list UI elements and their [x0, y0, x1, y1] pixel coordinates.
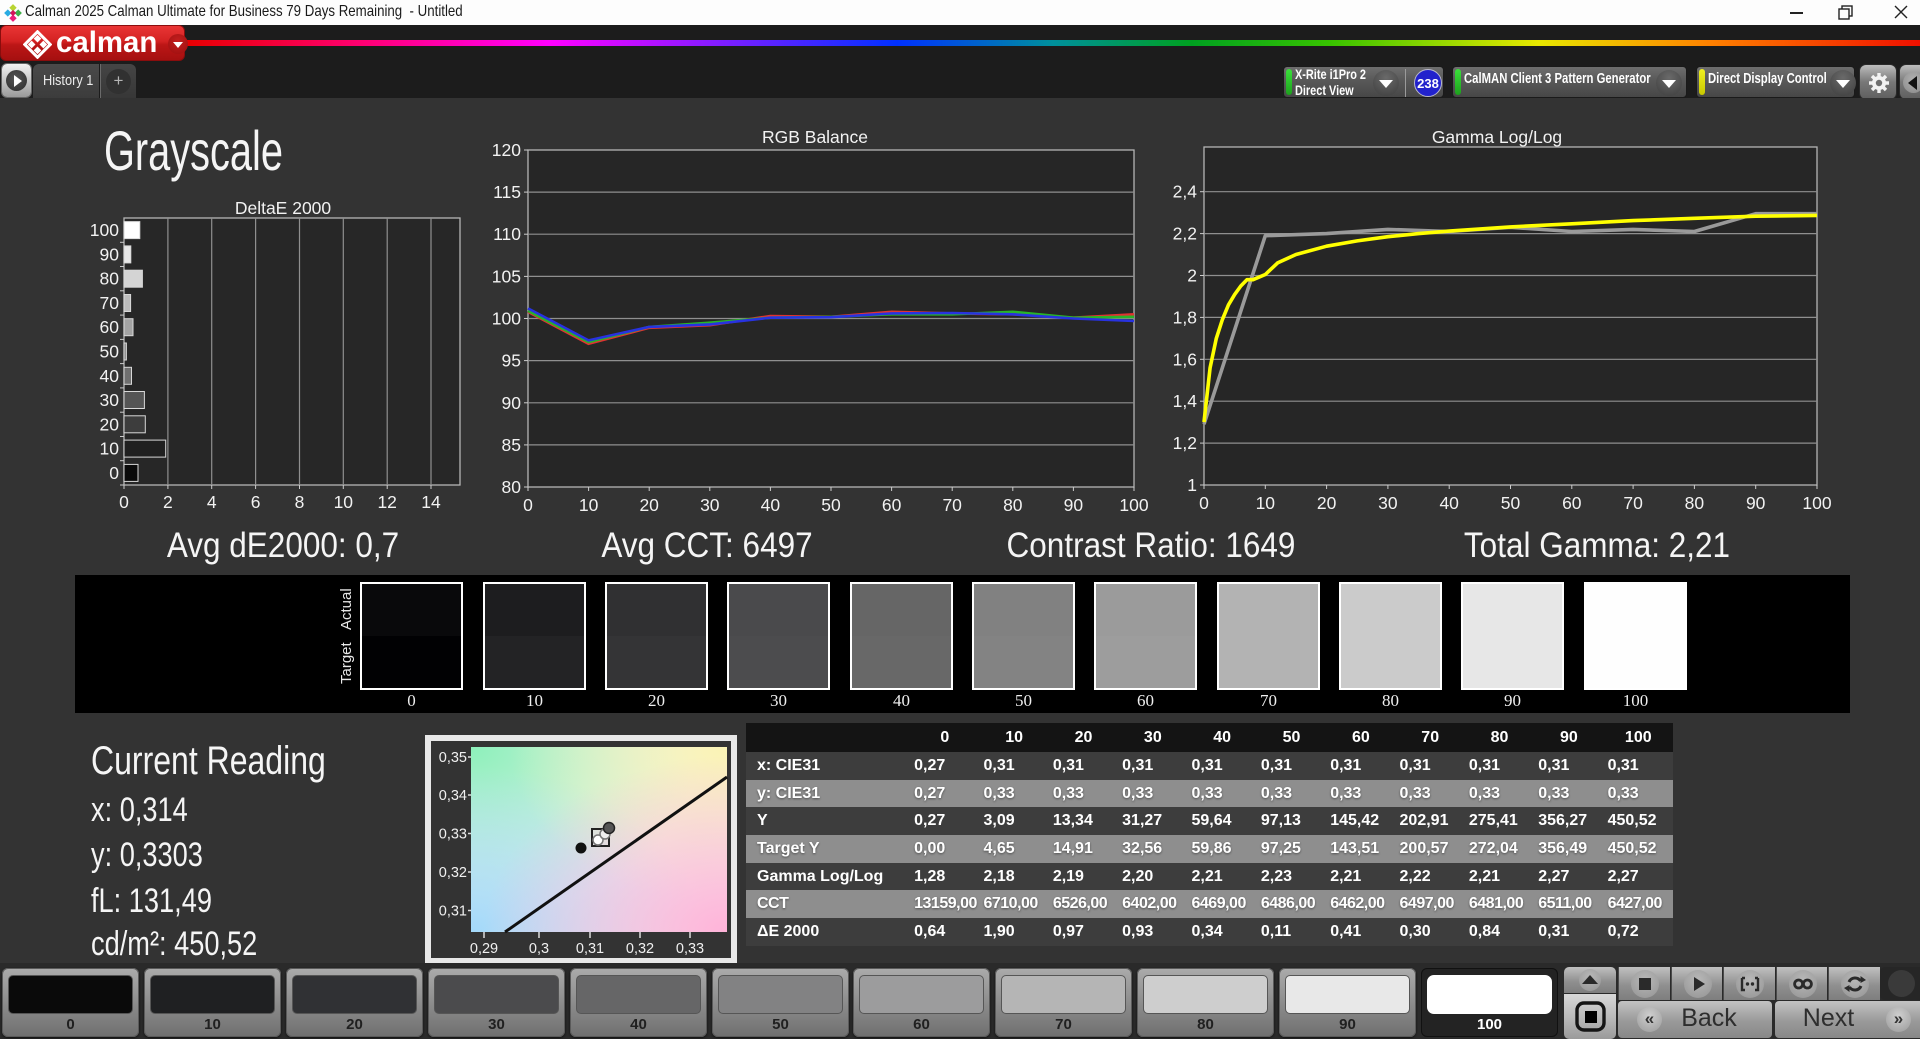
svg-text:0,32: 0,32	[439, 865, 467, 881]
svg-text:0,31: 0,31	[576, 941, 604, 957]
svg-text:100: 100	[90, 220, 119, 240]
svg-text:DeltaE 2000: DeltaE 2000	[235, 198, 332, 218]
svg-text:30: 30	[1378, 493, 1398, 513]
svg-text:0,33: 0,33	[439, 827, 467, 843]
svg-text:100: 100	[1119, 495, 1148, 515]
svg-text:10: 10	[1256, 493, 1276, 513]
svg-text:0,3: 0,3	[529, 941, 549, 957]
svg-text:90: 90	[1746, 493, 1766, 513]
svg-text:0,34: 0,34	[439, 788, 467, 804]
svg-text:8: 8	[295, 492, 305, 512]
svg-text:10: 10	[100, 439, 120, 459]
svg-text:20: 20	[100, 414, 120, 434]
svg-text:50: 50	[1501, 493, 1521, 513]
svg-text:Gamma Log/Log: Gamma Log/Log	[1432, 127, 1562, 147]
svg-text:50: 50	[821, 495, 841, 515]
svg-text:0,35: 0,35	[439, 750, 467, 766]
svg-text:90: 90	[100, 244, 120, 264]
svg-text:1,8: 1,8	[1173, 307, 1197, 327]
svg-text:0,33: 0,33	[676, 941, 704, 957]
svg-text:10: 10	[579, 495, 599, 515]
svg-text:0,31: 0,31	[439, 904, 467, 920]
svg-text:0: 0	[523, 495, 533, 515]
svg-text:1: 1	[1187, 475, 1197, 495]
svg-text:90: 90	[502, 393, 522, 413]
svg-text:40: 40	[1439, 493, 1459, 513]
svg-text:115: 115	[493, 182, 521, 202]
svg-text:60: 60	[882, 495, 902, 515]
svg-text:0,32: 0,32	[626, 941, 654, 957]
svg-text:60: 60	[1562, 493, 1582, 513]
svg-text:6: 6	[251, 492, 261, 512]
svg-text:60: 60	[100, 317, 120, 337]
svg-text:40: 40	[100, 366, 120, 386]
svg-text:10: 10	[334, 492, 354, 512]
svg-text:14: 14	[421, 492, 441, 512]
svg-text:70: 70	[100, 293, 120, 313]
svg-text:95: 95	[502, 351, 521, 371]
svg-text:1,4: 1,4	[1173, 391, 1198, 411]
svg-text:4: 4	[207, 492, 217, 512]
svg-text:70: 70	[942, 495, 962, 515]
svg-text:0: 0	[1199, 493, 1209, 513]
svg-text:2: 2	[163, 492, 173, 512]
svg-text:2,2: 2,2	[1173, 224, 1197, 244]
svg-text:70: 70	[1623, 493, 1643, 513]
svg-text:RGB Balance: RGB Balance	[762, 127, 868, 147]
svg-text:85: 85	[502, 435, 521, 455]
svg-text:50: 50	[100, 342, 120, 362]
svg-text:0,29: 0,29	[470, 941, 498, 957]
svg-text:90: 90	[1064, 495, 1084, 515]
svg-text:0: 0	[119, 492, 129, 512]
svg-text:80: 80	[100, 269, 120, 289]
svg-text:80: 80	[502, 477, 522, 497]
svg-text:1,2: 1,2	[1173, 433, 1197, 453]
svg-text:1,6: 1,6	[1173, 349, 1197, 369]
svg-text:20: 20	[639, 495, 659, 515]
svg-text:105: 105	[492, 266, 521, 286]
svg-text:100: 100	[492, 309, 521, 329]
svg-text:30: 30	[700, 495, 720, 515]
svg-text:120: 120	[492, 140, 521, 160]
svg-text:12: 12	[377, 492, 396, 512]
svg-text:110: 110	[493, 224, 521, 244]
svg-text:100: 100	[1802, 493, 1831, 513]
svg-text:2,4: 2,4	[1173, 182, 1198, 202]
svg-text:80: 80	[1003, 495, 1023, 515]
svg-text:30: 30	[100, 390, 120, 410]
svg-text:0: 0	[109, 463, 119, 483]
svg-text:80: 80	[1685, 493, 1705, 513]
svg-text:2: 2	[1187, 266, 1197, 286]
svg-text:40: 40	[761, 495, 781, 515]
svg-text:20: 20	[1317, 493, 1337, 513]
